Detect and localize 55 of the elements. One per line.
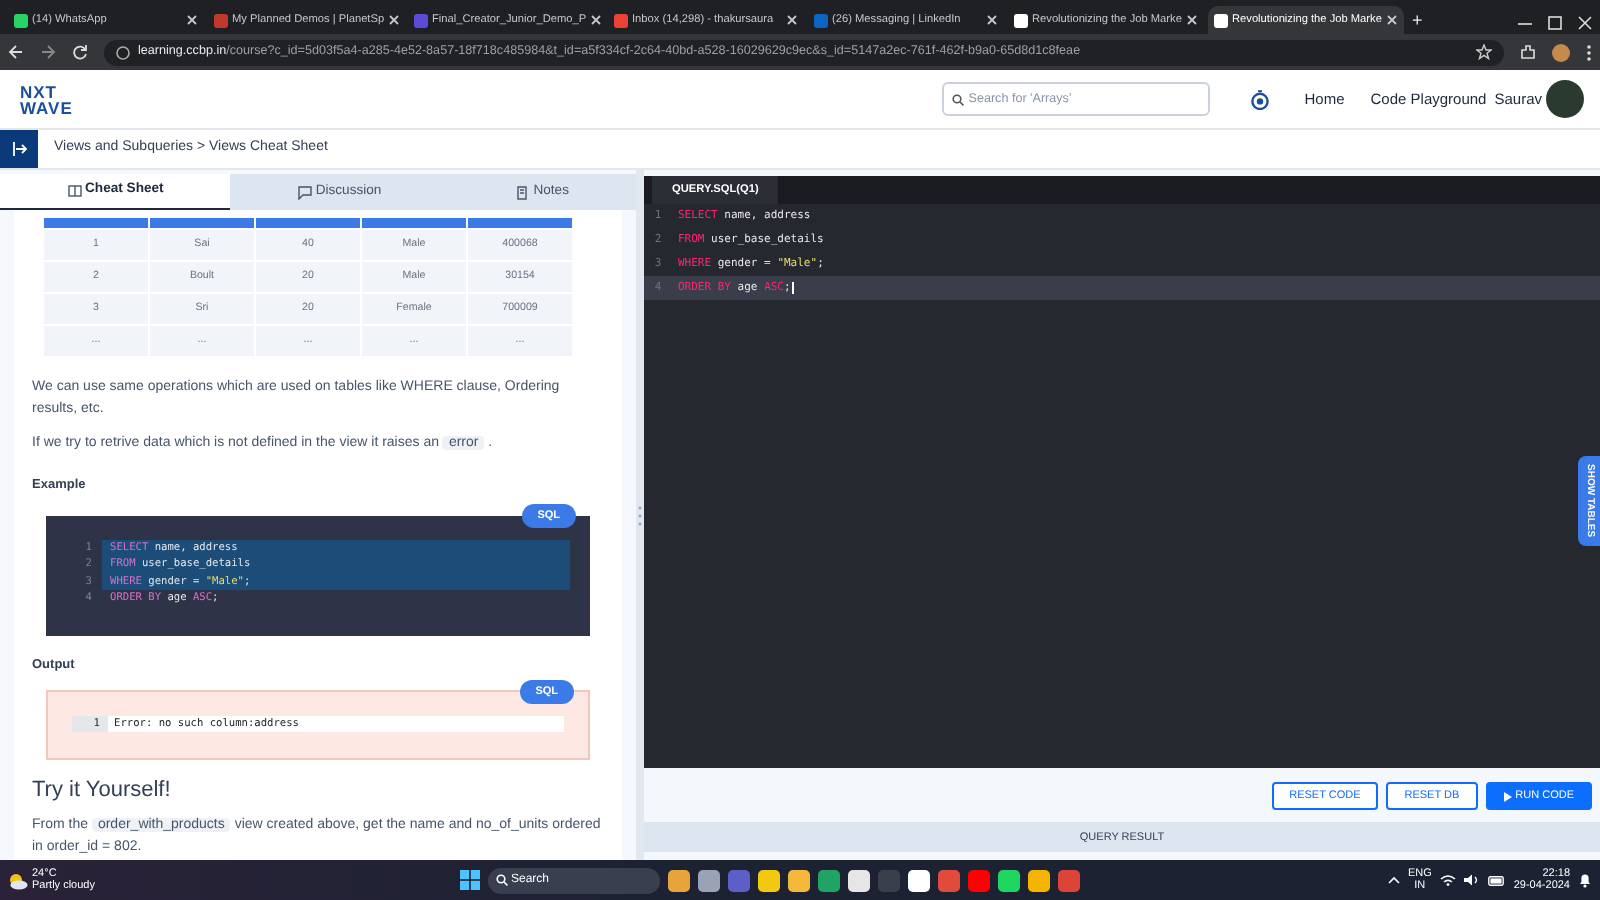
favicon-icon [814, 13, 828, 27]
logo-text[interactable]: WAVE [20, 99, 73, 115]
close-icon[interactable] [388, 14, 401, 26]
search-icon [952, 93, 965, 105]
app-icon[interactable] [787, 869, 809, 891]
app-icon[interactable] [667, 869, 689, 891]
close-icon[interactable] [590, 14, 603, 26]
back-icon[interactable] [8, 44, 24, 60]
reload-icon[interactable] [72, 44, 88, 60]
site-info-icon[interactable] [116, 45, 130, 59]
app-icon[interactable] [907, 869, 929, 891]
favicon-icon [214, 13, 228, 27]
app-icon[interactable] [997, 869, 1019, 891]
weather-icon [8, 871, 28, 889]
star-icon[interactable] [1476, 44, 1492, 60]
resize-handle[interactable] [636, 170, 644, 860]
chat-icon [297, 185, 312, 199]
app-icon[interactable] [847, 869, 869, 891]
close-icon[interactable] [786, 14, 798, 26]
profile-icon[interactable] [1552, 43, 1570, 61]
extensions-icon[interactable] [1520, 44, 1536, 60]
windows-icon[interactable] [459, 870, 479, 890]
battery-icon[interactable] [1487, 875, 1506, 885]
favicon-icon [14, 13, 28, 27]
bell-icon[interactable] [1578, 872, 1592, 888]
forward-icon[interactable] [40, 44, 56, 60]
volume-icon[interactable] [1463, 874, 1480, 886]
favicon-icon [614, 13, 628, 27]
app-icon[interactable] [1027, 869, 1049, 891]
close-icon[interactable] [1578, 16, 1592, 30]
chevron-up-icon[interactable] [1387, 876, 1400, 884]
favicon-icon [414, 13, 428, 27]
close-icon[interactable] [186, 14, 198, 26]
section-title: Try it Yourself! [32, 777, 173, 804]
close-icon[interactable] [1386, 14, 1398, 26]
favicon-icon [1214, 13, 1228, 27]
sheet-icon [67, 184, 82, 198]
close-icon[interactable] [1186, 14, 1198, 26]
maximize-icon[interactable] [1548, 16, 1562, 30]
timer-icon[interactable] [1250, 89, 1271, 109]
expand-icon [11, 142, 27, 156]
avatar[interactable] [1546, 80, 1584, 118]
notes-icon [515, 185, 530, 199]
new-tab-button[interactable]: + [1412, 12, 1423, 30]
app-icon[interactable] [697, 869, 719, 891]
drag-handle-icon[interactable] [638, 505, 642, 525]
search-icon [495, 874, 507, 886]
play-icon [1503, 791, 1512, 802]
close-icon[interactable] [986, 14, 998, 26]
favicon-icon [1014, 13, 1028, 27]
sidebar-toggle-button[interactable] [0, 130, 38, 168]
logo-text[interactable]: NXT [20, 83, 73, 99]
wifi-icon[interactable] [1439, 874, 1456, 886]
menu-icon[interactable] [1586, 43, 1592, 61]
app-icon[interactable] [757, 869, 779, 891]
